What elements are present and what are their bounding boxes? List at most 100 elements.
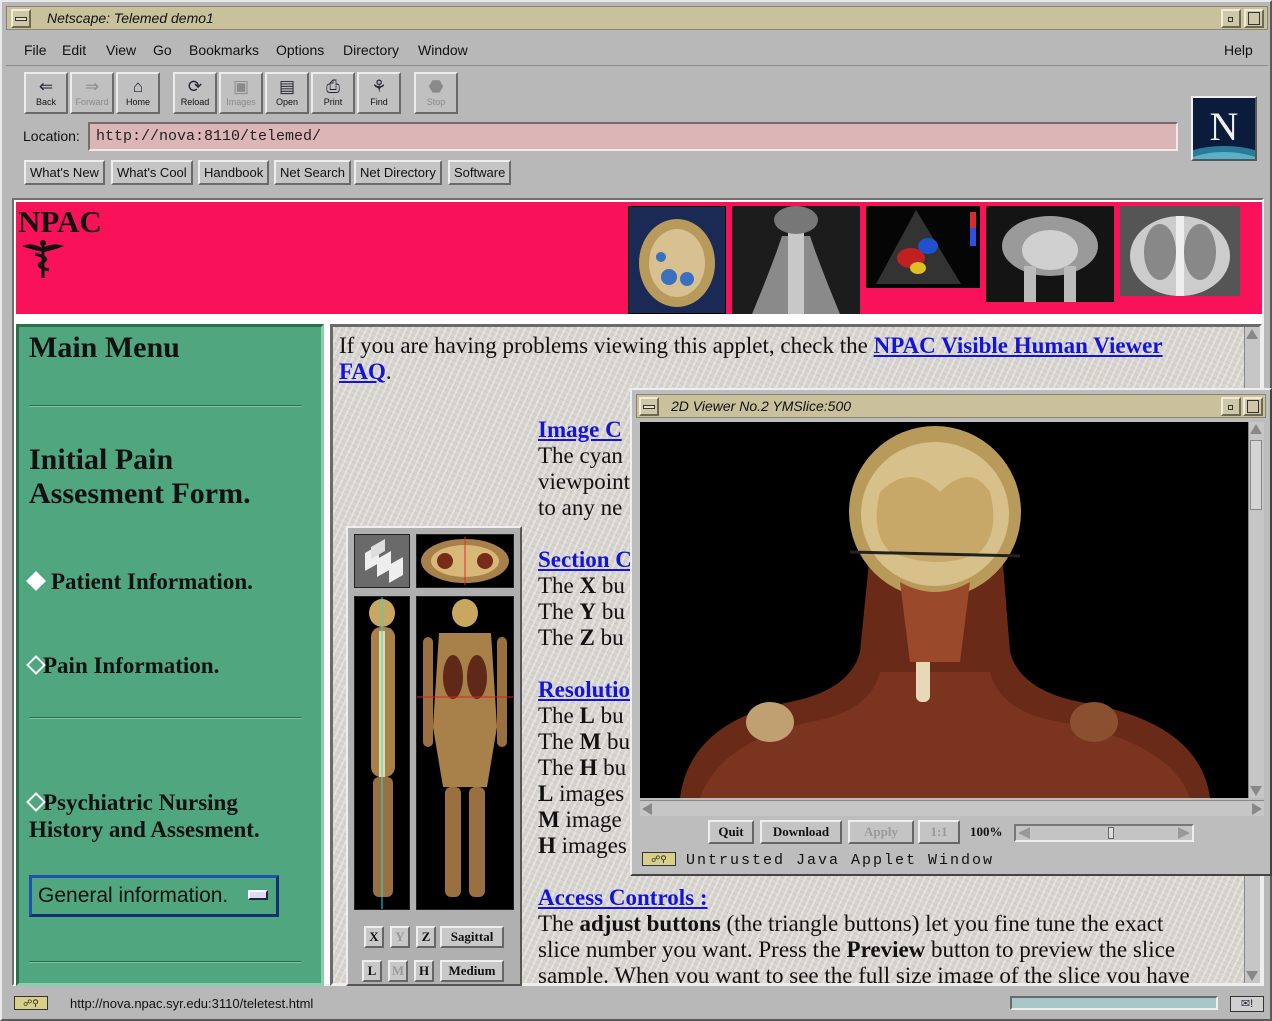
line-post: images — [555, 833, 627, 858]
open-button[interactable]: ▤ Open — [265, 72, 309, 114]
viewer-window-menu-button[interactable] — [639, 397, 659, 416]
faq-link-2[interactable]: FAQ — [339, 359, 386, 384]
intro-end: . — [385, 359, 392, 384]
resolution-controls-heading[interactable]: Resolutio — [538, 677, 630, 703]
thumb-mri-pelvis[interactable] — [986, 206, 1114, 302]
access-line-2: slice number you want. Press the Preview… — [538, 937, 1175, 963]
slider-left-arrow-icon[interactable] — [1018, 827, 1030, 839]
thumb-mri-neck[interactable] — [732, 206, 860, 314]
net-search-button[interactable]: Net Search — [274, 160, 352, 185]
maximize-icon — [1247, 400, 1259, 413]
forward-button[interactable]: ⇒ Forward — [70, 72, 114, 114]
apply-button[interactable]: Apply — [848, 820, 914, 844]
line-key: L — [538, 781, 554, 806]
axis-x-button[interactable]: X — [364, 926, 384, 948]
menu-help[interactable]: Help — [1224, 42, 1253, 58]
menu-item-pain-information[interactable]: Pain Information. — [25, 653, 219, 679]
sagittal-slice-view[interactable] — [354, 596, 410, 910]
handbook-button[interactable]: Handbook — [198, 160, 270, 185]
sagittal-body-image — [369, 597, 395, 909]
reload-button[interactable]: ⟳ Reload — [173, 72, 217, 114]
menu-go[interactable]: Go — [153, 42, 172, 58]
axial-slice-image — [421, 537, 509, 585]
print-icon: ⎙ — [326, 77, 340, 96]
status-bar: ☍⚲ http://nova.npac.syr.edu:3110/teletes… — [6, 990, 1268, 1018]
zoom-slider[interactable] — [1014, 824, 1194, 842]
whats-cool-button[interactable]: What's Cool — [111, 160, 193, 185]
slider-right-arrow-icon[interactable] — [1178, 827, 1190, 839]
viewer-title-bar[interactable]: 2D Viewer No.2 YMSlice:500 — [636, 394, 1266, 418]
window-menu-button[interactable] — [11, 9, 31, 28]
menu-file[interactable]: File — [24, 42, 47, 58]
menu-bookmarks[interactable]: Bookmarks — [189, 42, 259, 58]
menu-directory[interactable]: Directory — [343, 42, 399, 58]
image-controls-heading[interactable]: Image C — [538, 417, 622, 443]
resolution-m-button[interactable]: M — [388, 960, 408, 982]
print-button[interactable]: ⎙ Print — [311, 72, 355, 114]
visible-human-applet: X Y Z Sagittal L M H Medium — [346, 526, 522, 986]
net-directory-button[interactable]: Net Directory — [354, 160, 442, 185]
viewer-vertical-scrollbar[interactable] — [1248, 422, 1264, 798]
find-button[interactable]: ⚘ Find — [357, 72, 401, 114]
zoom-slider-thumb[interactable] — [1107, 827, 1114, 839]
res-line-4: L images — [538, 781, 624, 807]
resolution-l-button[interactable]: L — [362, 960, 382, 982]
one-to-one-button[interactable]: 1:1 — [918, 820, 960, 844]
resolution-value-button[interactable]: Medium — [440, 960, 504, 982]
scroll-up-arrow-icon[interactable] — [1250, 424, 1262, 434]
java-key-icon: ☍⚲ — [642, 852, 676, 866]
back-button[interactable]: ⇐ Back — [24, 72, 68, 114]
access-controls-heading[interactable]: Access Controls : — [538, 885, 708, 911]
menu-window[interactable]: Window — [418, 42, 468, 58]
scroll-down-arrow-icon[interactable] — [1250, 786, 1262, 796]
netscape-logo[interactable]: N — [1191, 96, 1257, 161]
download-button[interactable]: Download — [760, 820, 842, 844]
scroll-down-arrow-icon[interactable] — [1246, 971, 1258, 981]
quit-button[interactable]: Quit — [708, 820, 754, 844]
stop-button[interactable]: ⬣ Stop — [414, 72, 458, 114]
line-key: X — [579, 573, 597, 598]
software-button[interactable]: Software — [448, 160, 512, 185]
axis-z-button[interactable]: Z — [416, 926, 436, 948]
whats-new-button[interactable]: What's New — [24, 160, 105, 185]
maximize-button[interactable] — [1244, 9, 1264, 28]
scroll-up-arrow-icon[interactable] — [1246, 329, 1258, 339]
sagittal-button[interactable]: Sagittal — [440, 926, 504, 948]
scroll-left-arrow-icon[interactable] — [642, 803, 652, 815]
section-controls-heading[interactable]: Section C — [538, 547, 632, 573]
menu-edit[interactable]: Edit — [62, 42, 86, 58]
thumb-axial-head[interactable] — [628, 206, 726, 314]
mail-icon[interactable]: ✉! — [1230, 996, 1264, 1012]
menu-item-psychiatric-nursing[interactable]: Psychiatric Nursing History and Assesment… — [25, 789, 260, 843]
menu-view[interactable]: View — [106, 42, 136, 58]
menu-item-patient-information[interactable]: Patient Information. — [25, 569, 253, 595]
2d-viewer-window: 2D Viewer No.2 YMSlice:500 — [630, 388, 1272, 876]
home-button[interactable]: ⌂ Home — [116, 72, 160, 114]
thumb-doppler[interactable] — [866, 206, 980, 288]
coronal-slice-view[interactable] — [416, 596, 514, 910]
axis-y-button[interactable]: Y — [390, 926, 410, 948]
slice-image-canvas[interactable] — [640, 422, 1248, 798]
viewer-minimize-button[interactable] — [1221, 397, 1241, 416]
faq-link[interactable]: NPAC Visible Human Viewer — [874, 333, 1163, 358]
thumb-chest-xray[interactable] — [1120, 206, 1240, 296]
scroll-right-arrow-icon[interactable] — [1252, 803, 1262, 815]
menu-options[interactable]: Options — [276, 42, 324, 58]
section-select-value: General information. — [38, 884, 229, 907]
cube-view-thumbnail[interactable] — [354, 534, 410, 588]
viewer-scroll-thumb[interactable] — [1250, 440, 1262, 510]
res-line-6: H images — [538, 833, 627, 859]
viewer-maximize-button[interactable] — [1243, 397, 1263, 416]
section-select[interactable]: General information. — [29, 875, 279, 917]
mri-neck-image — [732, 206, 860, 314]
image-line-3: to any ne — [538, 495, 623, 520]
title-bar[interactable]: Netscape: Telemed demo1 — [6, 6, 1268, 30]
location-input[interactable]: http://nova:8110/telemed/ — [88, 122, 1178, 151]
chest-xray-image — [1120, 206, 1240, 296]
viewer-horizontal-scrollbar[interactable] — [640, 800, 1264, 816]
axial-slice-thumbnail[interactable] — [416, 534, 514, 588]
images-button[interactable]: ▣ Images — [219, 72, 263, 114]
resolution-h-button[interactable]: H — [414, 960, 434, 982]
images-label: Images — [226, 97, 256, 107]
minimize-button[interactable] — [1221, 9, 1241, 28]
